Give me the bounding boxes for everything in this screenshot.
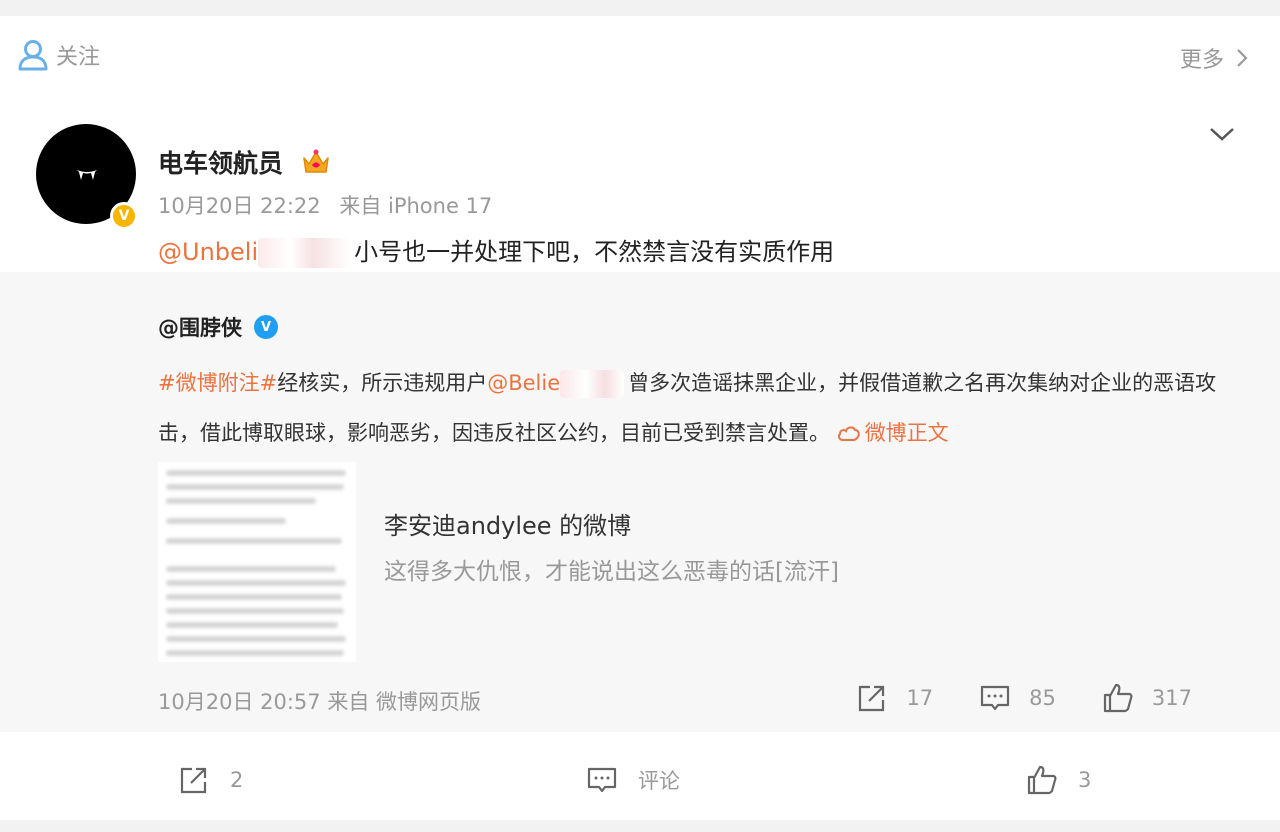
embedded-title[interactable]: 李安迪andylee 的微博 — [384, 506, 631, 541]
verified-blue-icon: V — [254, 315, 278, 339]
card-header: 关注 更多 — [0, 16, 1280, 96]
cloud-icon — [837, 426, 860, 441]
post-actions: 2 评论 3 — [0, 732, 1280, 820]
like-count: 3 — [1078, 768, 1092, 792]
more-button[interactable]: 更多 — [1180, 42, 1248, 74]
repost-meta: 10月20日 20:57 来自 微博网页版 — [158, 686, 481, 716]
repost-share-button[interactable]: 17 — [856, 682, 933, 714]
embedded-description: 这得多大仇恨，才能说出这么恶毒的话[流汗] — [384, 559, 839, 585]
fang-logo-icon — [77, 170, 97, 180]
post-meta: 10月20日 22:22 来自 iPhone 17 — [158, 190, 504, 220]
chevron-right-icon — [1237, 49, 1248, 67]
embedded-post[interactable]: 李安迪andylee 的微博 这得多大仇恨，才能说出这么恶毒的话[流汗] — [158, 462, 1218, 662]
repost-author-name[interactable]: @围脖侠 — [158, 312, 242, 342]
redaction-blur — [560, 370, 625, 398]
author-name[interactable]: 电车领航员 — [158, 144, 283, 180]
repost-share-count: 17 — [906, 686, 934, 710]
verified-gold-icon: V — [110, 202, 138, 230]
post-text: @Unbeli 小号也一并处理下吧，不然禁言没有实质作用 — [158, 232, 834, 268]
more-label: 更多 — [1179, 48, 1224, 73]
crown-icon — [303, 149, 329, 173]
repost-like-count: 317 — [1151, 686, 1192, 710]
repost-footer: 10月20日 20:57 来自 微博网页版 17 85 317 — [158, 682, 1198, 722]
topic-link[interactable]: #微博附注# — [158, 371, 277, 395]
post-time[interactable]: 10月20日 22:22 — [158, 194, 321, 218]
like-button[interactable]: 3 — [1026, 764, 1091, 796]
post-source: 来自 iPhone 17 — [339, 194, 493, 218]
comment-icon — [587, 767, 617, 793]
redaction-blur — [258, 238, 351, 268]
share-count: 2 — [230, 768, 244, 792]
comment-icon — [981, 685, 1010, 711]
repost-time[interactable]: 10月20日 20:57 — [158, 690, 321, 714]
fulltext-label: 微博正文 — [864, 421, 949, 445]
mention-link[interactable]: @Unbeli — [158, 238, 258, 266]
post-body: 小号也一并处理下吧，不然禁言没有实质作用 — [354, 238, 835, 266]
repost-like-button[interactable]: 317 — [1102, 682, 1192, 714]
weibo-card: 关注 更多 V 电车领航员 10月20日 22:22 来自 iPhone 17 … — [0, 16, 1280, 820]
repost-text-a: 经核实，所示违规用户 — [277, 371, 488, 395]
repost-author[interactable]: @围脖侠 V — [158, 312, 278, 342]
fulltext-link[interactable]: 微博正文 — [837, 421, 949, 445]
repost-text: #微博附注#经核实，所示违规用户@Belie 曾多次造谣抹黑企业，并假借道歉之名再… — [158, 358, 1218, 458]
embedded-thumbnail[interactable] — [158, 462, 356, 662]
repost-comment-button[interactable]: 85 — [979, 682, 1056, 714]
share-icon — [180, 767, 207, 794]
author-row: 电车领航员 — [158, 144, 331, 180]
user-icon — [18, 40, 48, 71]
repost-source: 来自 微博网页版 — [327, 690, 482, 714]
repost-actions: 17 85 317 — [810, 682, 1192, 714]
comment-button[interactable]: 评论 — [586, 764, 680, 796]
follow-label: 关注 — [56, 45, 101, 70]
like-icon — [1027, 765, 1057, 795]
chevron-down-icon[interactable] — [1208, 120, 1236, 148]
like-icon — [1103, 683, 1133, 713]
share-icon — [859, 685, 885, 712]
follow-button[interactable]: 关注 — [18, 39, 100, 71]
repost-comment-count: 85 — [1029, 686, 1056, 710]
share-button[interactable]: 2 — [178, 764, 243, 796]
repost-mention-link[interactable]: @Belie — [487, 371, 560, 395]
comment-label: 评论 — [638, 769, 680, 793]
repost-block: @围脖侠 V #微博附注#经核实，所示违规用户@Belie 曾多次造谣抹黑企业，并… — [0, 272, 1280, 732]
